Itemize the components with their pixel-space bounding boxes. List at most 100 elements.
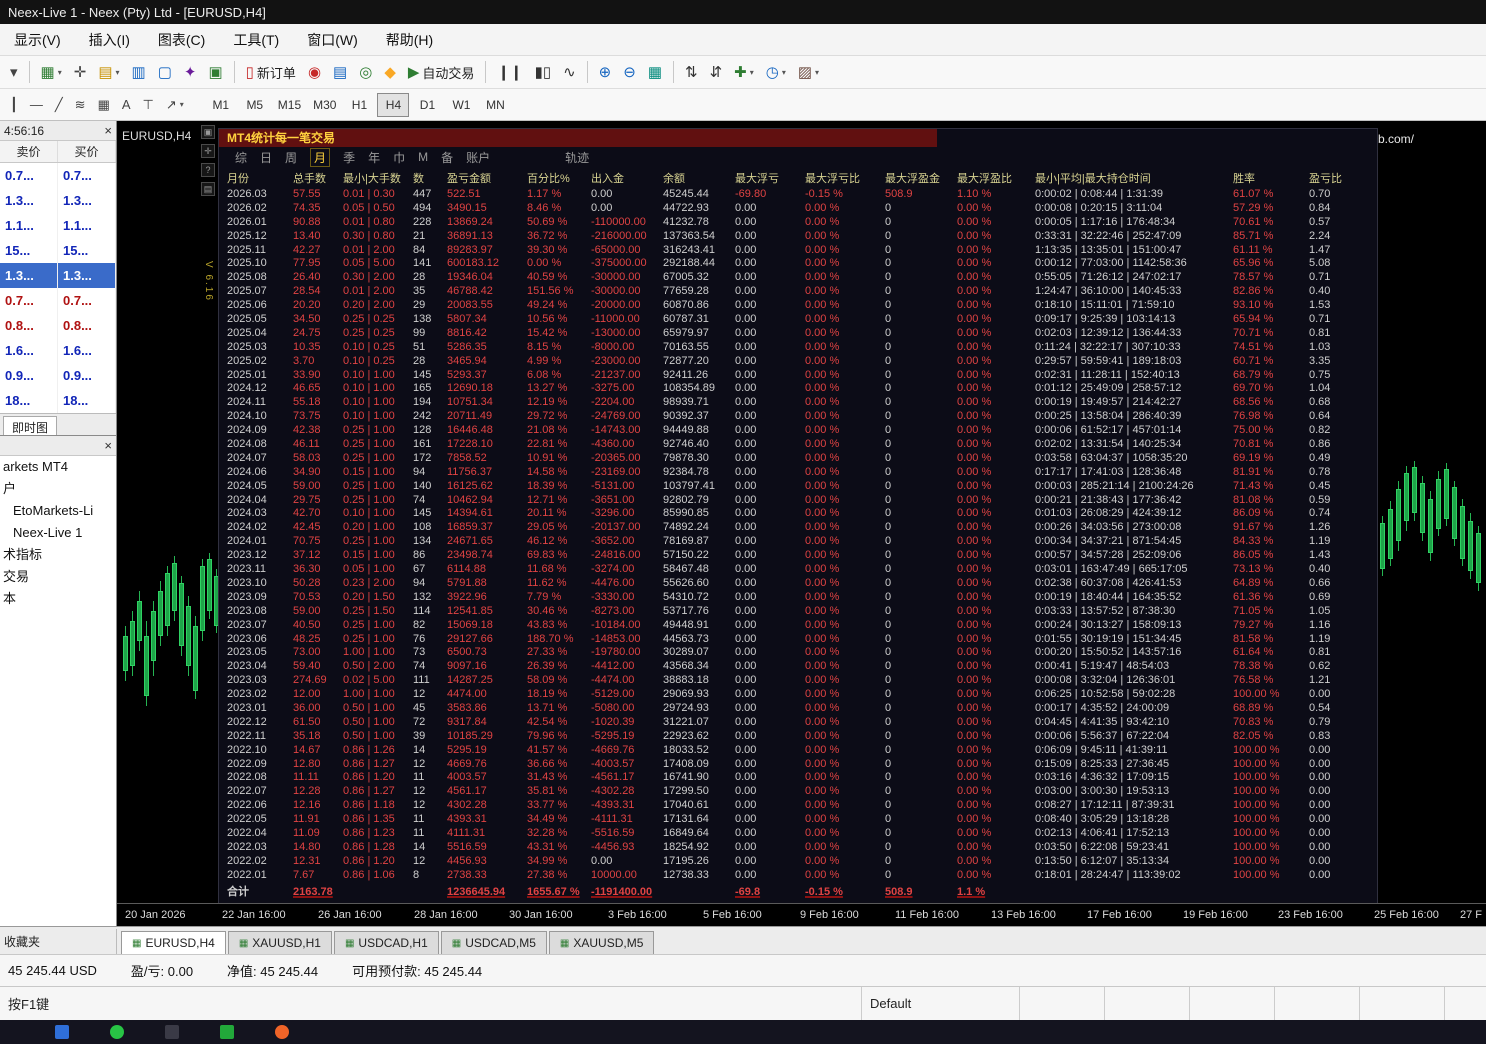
- market-watch-row[interactable]: 1.3... 1.3...: [0, 188, 116, 213]
- metaeditor-button[interactable]: ◆: [378, 60, 402, 84]
- stats-tab[interactable]: 季: [343, 149, 355, 166]
- timeframe-w1[interactable]: W1: [445, 93, 477, 117]
- crosshair-button[interactable]: —: [24, 94, 49, 115]
- channel-button[interactable]: ≋: [69, 94, 92, 116]
- taskbar-app-orange[interactable]: [275, 1025, 289, 1039]
- market-watch-row[interactable]: 0.7... 0.7...: [0, 163, 116, 188]
- fibonacci-button[interactable]: ▦: [92, 94, 116, 116]
- new-order-button[interactable]: ▯ 新订单: [240, 60, 302, 85]
- shapes-button[interactable]: ↗ ▾: [160, 94, 190, 116]
- globe-button[interactable]: ◎: [353, 60, 378, 84]
- date-axis[interactable]: 20 Jan 2026 22 Jan 16:00 26 Jan 16:00 28 Ja…: [117, 903, 1486, 926]
- timeframe-h1[interactable]: H1: [343, 93, 375, 117]
- templates-button[interactable]: ▨ ▾: [792, 60, 825, 84]
- stats-tab[interactable]: M: [418, 150, 428, 164]
- navigator-item[interactable]: 术指标: [0, 544, 116, 566]
- stats-tab[interactable]: 周: [285, 149, 297, 166]
- navigator-item[interactable]: arkets MT4: [0, 456, 116, 478]
- timeframe-d1[interactable]: D1: [411, 93, 443, 117]
- periods-button[interactable]: ◷ ▾: [760, 60, 792, 84]
- market-watch-row[interactable]: 0.7... 0.7...: [0, 288, 116, 313]
- timeframe-m1[interactable]: M1: [205, 93, 237, 117]
- stats-tab[interactable]: 巾: [393, 149, 405, 166]
- timeframe-m5[interactable]: M5: [239, 93, 271, 117]
- navigator-item[interactable]: 户: [0, 478, 116, 500]
- market-watch-row[interactable]: 1.3... 1.3...: [0, 263, 116, 288]
- market-watch-row[interactable]: 0.8... 0.8...: [0, 313, 116, 338]
- timeframe-h4[interactable]: H4: [377, 92, 410, 117]
- panel-box-icon[interactable]: ▣: [201, 125, 215, 139]
- tile-windows-button[interactable]: ▦: [642, 60, 668, 84]
- zoom-out-button[interactable]: ⊖: [617, 60, 642, 84]
- menu-item[interactable]: 窗口(W): [293, 24, 372, 56]
- market-watch-row[interactable]: 15... 15...: [0, 238, 116, 263]
- label-button[interactable]: ⊤: [137, 94, 160, 116]
- buy-column-header[interactable]: 买价: [58, 141, 116, 162]
- candle-chart-icon: ▮▯: [534, 64, 552, 81]
- chart-tab-usdcad-m5[interactable]: ▦ USDCAD,M5: [440, 931, 547, 954]
- menu-item[interactable]: 帮助(H): [372, 24, 447, 56]
- taskbar-app-dark[interactable]: [165, 1025, 179, 1039]
- cursor-button[interactable]: ┃: [4, 94, 24, 116]
- stats-tab[interactable]: 综: [235, 149, 247, 166]
- timeframe-mn[interactable]: MN: [479, 93, 511, 117]
- print-button[interactable]: ▤: [327, 60, 353, 84]
- bar-chart-button[interactable]: ❙❙: [491, 60, 528, 84]
- candle-chart-button[interactable]: ▮▯: [529, 60, 558, 84]
- menu-item[interactable]: 插入(I): [75, 24, 144, 56]
- navigator-button[interactable]: ✦: [178, 60, 203, 84]
- timeframe-m15[interactable]: M15: [273, 93, 306, 117]
- chart-tab-eurusd-h4[interactable]: ▦ EURUSD,H4: [121, 931, 226, 954]
- terminal-button[interactable]: ▣: [202, 60, 228, 84]
- navigator-item[interactable]: Neex-Live 1: [0, 522, 116, 544]
- profiles-button[interactable]: ▤ ▾: [92, 60, 125, 84]
- market-watch-row[interactable]: 0.9... 0.9...: [0, 363, 116, 388]
- autotrading-button[interactable]: ▶ 自动交易: [402, 60, 481, 85]
- navigator-item[interactable]: 本: [0, 588, 116, 610]
- chart-tab-xauusd-m5[interactable]: ▦ XAUUSD,M5: [548, 931, 655, 954]
- zoom-in-button[interactable]: ⊕: [593, 60, 618, 84]
- list-icon[interactable]: ▤: [201, 182, 215, 196]
- market-watch-row[interactable]: 1.6... 1.6...: [0, 338, 116, 363]
- stats-tab[interactable]: 年: [368, 149, 380, 166]
- chart-tab-xauusd-h1[interactable]: ▦ XAUUSD,H1: [227, 931, 332, 954]
- crosshair-target-button[interactable]: ✛: [68, 60, 93, 84]
- taskbar-app-green-2[interactable]: [220, 1025, 234, 1039]
- close-icon[interactable]: ×: [104, 439, 112, 452]
- taskbar-app-green-1[interactable]: [110, 1025, 124, 1039]
- stats-tab[interactable]: 备: [441, 149, 453, 166]
- data-window-button[interactable]: ▢: [152, 60, 178, 84]
- market-watch-row[interactable]: 1.1... 1.1...: [0, 213, 116, 238]
- trendline-button[interactable]: ╱: [49, 94, 69, 116]
- seal-button[interactable]: ◉: [302, 60, 327, 84]
- menu-item[interactable]: 工具(T): [219, 24, 293, 56]
- market-watch-button[interactable]: ▥: [126, 60, 152, 84]
- chart-area[interactable]: EURUSD,H4 ▣✛?▤ V 6.16 外汇智能指标 https://fxz…: [117, 121, 1486, 926]
- help-icon[interactable]: ?: [201, 163, 215, 177]
- navigator-item[interactable]: EtoMarkets-Li: [0, 500, 116, 522]
- close-icon[interactable]: ×: [104, 124, 112, 137]
- tab-favorites[interactable]: 收藏夹: [0, 929, 117, 954]
- menu-item[interactable]: 图表(C): [144, 24, 219, 56]
- stats-tab[interactable]: 账户: [466, 149, 490, 166]
- sell-column-header[interactable]: 卖价: [0, 141, 58, 162]
- taskbar-app-blue[interactable]: [55, 1025, 69, 1039]
- stats-tab-track[interactable]: 轨迹: [565, 149, 589, 166]
- drag-move-icon[interactable]: ✛: [201, 144, 215, 158]
- text-button[interactable]: A: [116, 94, 137, 115]
- toolbar-caret-button[interactable]: ▾: [4, 60, 24, 84]
- arrange-up-button[interactable]: ⇅: [679, 60, 704, 84]
- indicators-button[interactable]: ✚ ▾: [728, 60, 760, 84]
- stats-tab[interactable]: 日: [260, 149, 272, 166]
- profile-cell[interactable]: Default: [862, 987, 1020, 1020]
- new-chart-button[interactable]: ▦ ▾: [35, 60, 68, 84]
- arrange-down-button[interactable]: ⇵: [704, 60, 729, 84]
- chart-tab-usdcad-h1[interactable]: ▦ USDCAD,H1: [333, 931, 439, 954]
- line-chart-button[interactable]: ∿: [557, 60, 582, 84]
- navigator-item[interactable]: 交易: [0, 566, 116, 588]
- stats-tab[interactable]: 月: [310, 147, 331, 167]
- market-watch-row[interactable]: 18... 18...: [0, 388, 116, 413]
- menu-item[interactable]: 显示(V): [0, 24, 75, 56]
- timeframe-m30[interactable]: M30: [308, 93, 341, 117]
- tab-tick-chart[interactable]: 即时图: [3, 416, 58, 435]
